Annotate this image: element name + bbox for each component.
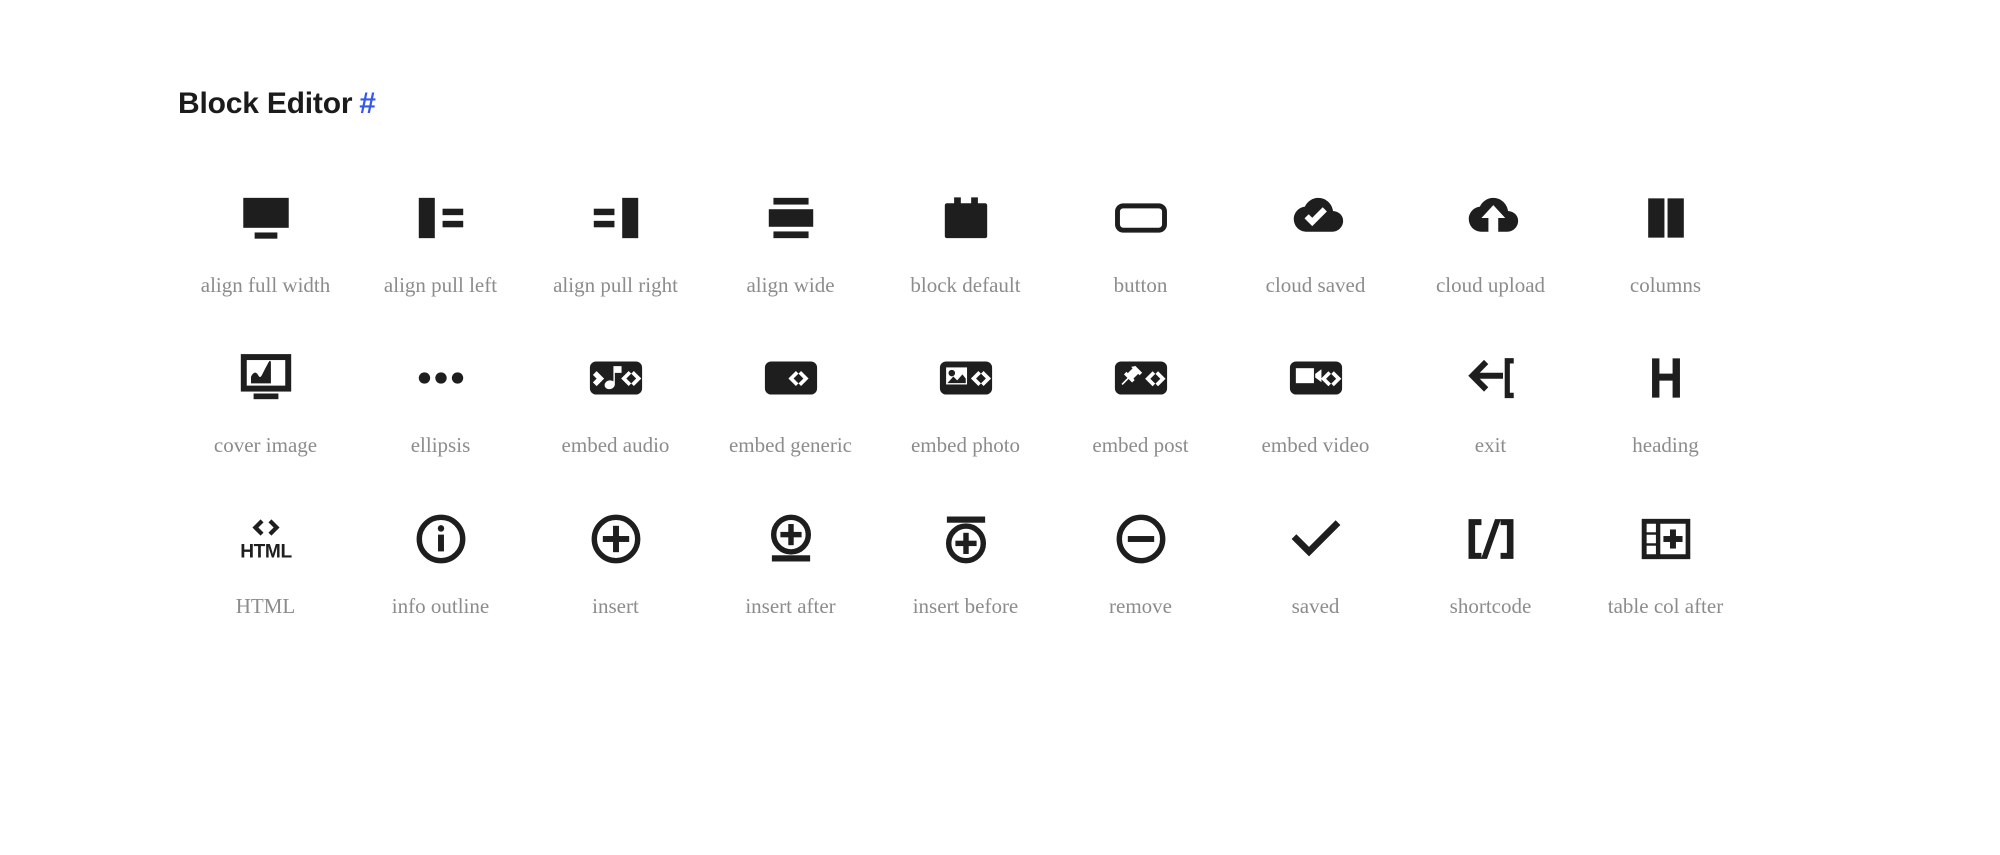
icon-label: shortcode	[1449, 593, 1532, 618]
page-title: Block Editor #	[178, 86, 2000, 122]
icon-label: columns	[1629, 273, 1702, 297]
ellipsis-icon	[405, 342, 477, 414]
icon-label: align pull left	[383, 273, 498, 297]
icon-label: insert after	[745, 593, 836, 618]
icon-label: embed generic	[728, 433, 853, 458]
embed-generic-icon	[755, 342, 827, 414]
cloud-saved-icon	[1280, 182, 1352, 254]
icon-label: align wide	[746, 273, 835, 297]
insert-icon	[580, 503, 652, 575]
icon-label: exit	[1474, 433, 1507, 458]
content-container: Block Editor # align full width align pu…	[0, 0, 2000, 619]
icon-cell-align-full-width[interactable]: align full width	[178, 182, 353, 298]
align-pull-right-icon	[580, 182, 652, 254]
info-outline-icon	[405, 503, 477, 575]
icon-cell-insert[interactable]: insert	[528, 503, 703, 619]
block-default-icon	[930, 182, 1002, 254]
icon-cell-align-pull-right[interactable]: align pull right	[528, 182, 703, 298]
svg-text:HTML: HTML	[240, 541, 292, 562]
icon-cell-insert-before[interactable]: insert before	[878, 503, 1053, 619]
page-title-text: Block Editor	[178, 87, 353, 120]
icon-label: table col after	[1607, 593, 1724, 618]
icon-label: embed audio	[561, 433, 670, 458]
icon-cell-exit[interactable]: exit	[1403, 342, 1578, 458]
icon-label: block default	[910, 273, 1021, 297]
icon-label: insert before	[912, 593, 1019, 618]
icon-cell-insert-after[interactable]: insert after	[703, 503, 878, 619]
columns-icon	[1630, 182, 1702, 254]
icon-reference-page: Block Editor # align full width align pu…	[0, 0, 2000, 855]
embed-photo-icon	[930, 342, 1002, 414]
html-icon: HTML	[230, 503, 302, 575]
icon-label: button	[1113, 273, 1168, 297]
embed-post-icon	[1105, 342, 1177, 414]
table-col-after-icon	[1630, 503, 1702, 575]
icon-label: heading	[1632, 433, 1699, 458]
icon-cell-embed-photo[interactable]: embed photo	[878, 342, 1053, 458]
icon-cell-embed-audio[interactable]: embed audio	[528, 342, 703, 458]
icon-label: align full width	[200, 273, 331, 297]
insert-before-icon	[930, 503, 1002, 575]
anchor-link-icon[interactable]: #	[359, 87, 376, 120]
icon-cell-saved[interactable]: saved	[1228, 503, 1403, 619]
icon-cell-remove[interactable]: remove	[1053, 503, 1228, 619]
remove-icon	[1105, 503, 1177, 575]
icon-label: cloud upload	[1435, 273, 1546, 297]
icon-label: insert	[592, 593, 639, 618]
icon-cell-embed-generic[interactable]: embed generic	[703, 342, 878, 458]
icon-cell-button[interactable]: button	[1053, 182, 1228, 298]
align-pull-left-icon	[405, 182, 477, 254]
icon-cell-cloud-upload[interactable]: cloud upload	[1403, 182, 1578, 298]
icon-label: embed post	[1092, 433, 1189, 458]
embed-audio-icon	[580, 342, 652, 414]
saved-icon	[1280, 503, 1352, 575]
exit-icon	[1455, 342, 1527, 414]
icon-cell-table-col-after[interactable]: table col after	[1578, 503, 1753, 619]
icon-label: embed video	[1261, 433, 1370, 458]
icon-label: saved	[1291, 593, 1340, 618]
embed-video-icon	[1280, 342, 1352, 414]
icon-cell-embed-post[interactable]: embed post	[1053, 342, 1228, 458]
icon-cell-block-default[interactable]: block default	[878, 182, 1053, 298]
icon-grid: align full width align pull left align p…	[178, 182, 1753, 619]
shortcode-icon	[1455, 503, 1527, 575]
button-icon	[1105, 182, 1177, 254]
icon-cell-embed-video[interactable]: embed video	[1228, 342, 1403, 458]
icon-cell-align-pull-left[interactable]: align pull left	[353, 182, 528, 298]
icon-cell-columns[interactable]: columns	[1578, 182, 1753, 298]
icon-label: embed photo	[910, 433, 1021, 458]
icon-cell-html[interactable]: HTML HTML	[178, 503, 353, 619]
icon-label: ellipsis	[410, 433, 471, 458]
icon-label: cover image	[213, 433, 318, 458]
icon-label: info outline	[391, 593, 490, 618]
icon-cell-align-wide[interactable]: align wide	[703, 182, 878, 298]
icon-label: remove	[1109, 593, 1172, 618]
icon-cell-ellipsis[interactable]: ellipsis	[353, 342, 528, 458]
align-wide-icon	[755, 182, 827, 254]
icon-cell-shortcode[interactable]: shortcode	[1403, 503, 1578, 619]
icon-cell-cloud-saved[interactable]: cloud saved	[1228, 182, 1403, 298]
cloud-upload-icon	[1455, 182, 1527, 254]
heading-icon	[1630, 342, 1702, 414]
cover-image-icon	[230, 342, 302, 414]
icon-cell-heading[interactable]: heading	[1578, 342, 1753, 458]
align-full-width-icon	[230, 182, 302, 254]
icon-label: HTML	[235, 593, 296, 618]
icon-cell-info-outline[interactable]: info outline	[353, 503, 528, 619]
icon-cell-cover-image[interactable]: cover image	[178, 342, 353, 458]
icon-label: cloud saved	[1265, 273, 1366, 297]
icon-label: align pull right	[553, 273, 678, 297]
insert-after-icon	[755, 503, 827, 575]
